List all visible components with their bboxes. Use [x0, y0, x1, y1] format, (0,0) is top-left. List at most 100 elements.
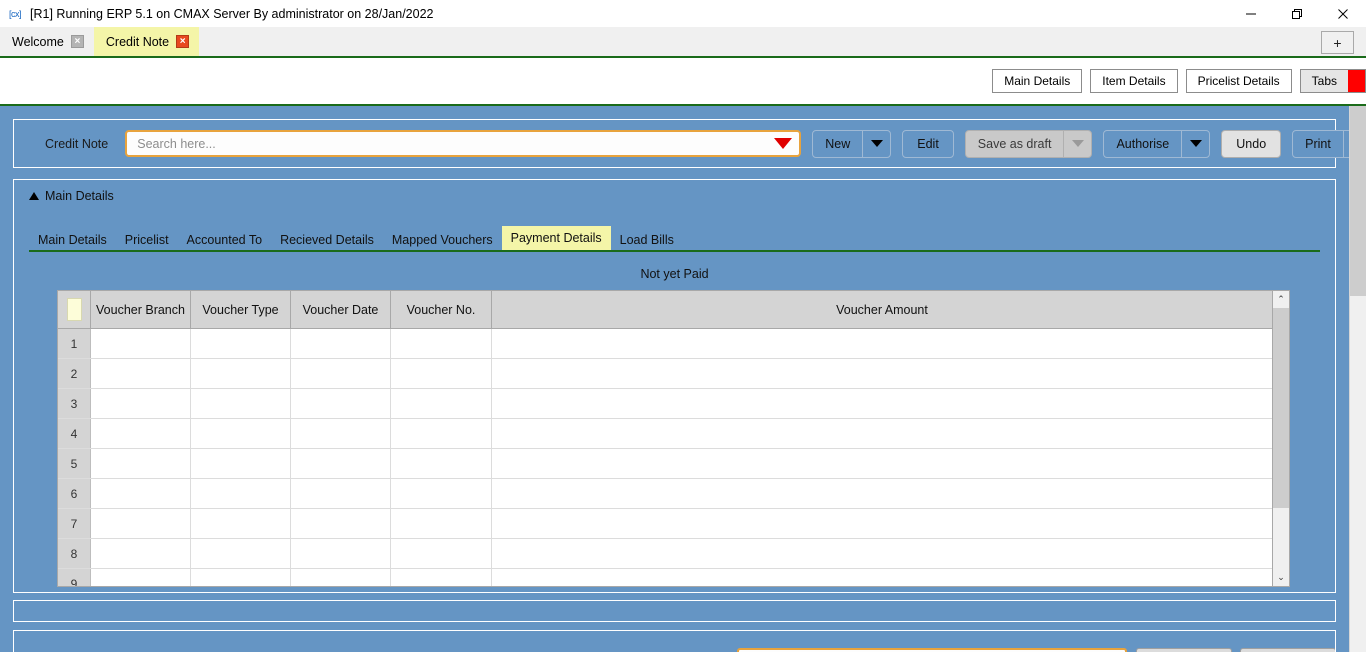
cell-voucher-date[interactable] [291, 449, 391, 478]
table-row[interactable]: 6 [58, 479, 1272, 509]
page-vertical-scrollbar[interactable] [1349, 106, 1366, 652]
subtab-accounted-to[interactable]: Accounted To [178, 230, 272, 251]
cell-voucher-type[interactable] [191, 359, 291, 388]
footer-button-partial-2[interactable] [1240, 648, 1335, 652]
cell-voucher-branch[interactable] [91, 539, 191, 568]
grid-header-voucher-branch[interactable]: Voucher Branch [91, 291, 191, 328]
edit-button[interactable]: Edit [902, 129, 954, 158]
table-row[interactable]: 8 [58, 539, 1272, 569]
cell-voucher-branch[interactable] [91, 329, 191, 358]
undo-button[interactable]: Undo [1221, 129, 1282, 158]
restore-icon[interactable] [1274, 0, 1320, 27]
cell-voucher-no[interactable] [391, 509, 492, 538]
search-dropdown-icon[interactable] [774, 138, 793, 149]
table-row[interactable]: 3 [58, 389, 1272, 419]
subtab-main-details[interactable]: Main Details [29, 230, 116, 251]
tab-credit-note-close-icon[interactable]: × [176, 35, 190, 48]
cell-voucher-type[interactable] [191, 479, 291, 508]
table-row[interactable]: 1 [58, 329, 1272, 359]
cell-voucher-no[interactable] [391, 449, 492, 478]
cell-voucher-amount[interactable] [492, 329, 1272, 358]
cell-voucher-type[interactable] [191, 329, 291, 358]
table-row[interactable]: 2 [58, 359, 1272, 389]
footer-button-partial-1[interactable] [1136, 648, 1232, 652]
cell-voucher-amount[interactable] [492, 509, 1272, 538]
cell-voucher-amount[interactable] [492, 569, 1272, 586]
cell-voucher-date[interactable] [291, 509, 391, 538]
grid-scroll-track[interactable] [1273, 508, 1289, 569]
cell-voucher-date[interactable] [291, 359, 391, 388]
cell-voucher-branch[interactable] [91, 359, 191, 388]
cell-voucher-date[interactable] [291, 569, 391, 586]
cell-voucher-date[interactable] [291, 539, 391, 568]
cell-voucher-type[interactable] [191, 569, 291, 586]
search-input[interactable] [135, 135, 792, 152]
grid-scroll-up-icon[interactable]: ⌃ [1273, 291, 1289, 308]
cell-voucher-no[interactable] [391, 359, 492, 388]
cell-voucher-amount[interactable] [492, 419, 1272, 448]
grid-scroll-thumb[interactable] [1273, 308, 1289, 508]
authorise-button[interactable]: Authorise [1103, 129, 1211, 158]
cell-voucher-type[interactable] [191, 389, 291, 418]
toolstrip-button-main-details[interactable]: Main Details [992, 69, 1083, 93]
minimize-icon[interactable] [1228, 0, 1274, 27]
new-button[interactable]: New [812, 129, 892, 158]
grid-scroll-down-icon[interactable]: ⌄ [1273, 569, 1289, 586]
cell-voucher-branch[interactable] [91, 419, 191, 448]
main-details-collapse-header[interactable]: Main Details [29, 189, 1322, 203]
table-row[interactable]: 7 [58, 509, 1272, 539]
tab-welcome-close-icon[interactable]: × [70, 35, 84, 48]
add-tab-button[interactable]: + [1321, 31, 1354, 54]
cell-voucher-date[interactable] [291, 419, 391, 448]
cell-voucher-date[interactable] [291, 389, 391, 418]
cell-voucher-branch[interactable] [91, 479, 191, 508]
search-box[interactable] [125, 130, 802, 157]
grid-header-voucher-type[interactable]: Voucher Type [191, 291, 291, 328]
cell-voucher-branch[interactable] [91, 509, 191, 538]
grid-header-voucher-date[interactable]: Voucher Date [291, 291, 391, 328]
cell-voucher-amount[interactable] [492, 539, 1272, 568]
cell-voucher-no[interactable] [391, 539, 492, 568]
grid-vertical-scrollbar[interactable]: ⌃ ⌄ [1272, 291, 1289, 586]
cell-voucher-type[interactable] [191, 419, 291, 448]
toolstrip-button-tabs[interactable]: Tabs [1299, 69, 1348, 93]
subtab-mapped-vouchers[interactable]: Mapped Vouchers [383, 230, 502, 251]
grid-header-voucher-no[interactable]: Voucher No. [391, 291, 492, 328]
new-dropdown-icon[interactable] [862, 130, 890, 157]
cell-voucher-no[interactable] [391, 479, 492, 508]
cell-voucher-no[interactable] [391, 419, 492, 448]
cell-voucher-no[interactable] [391, 389, 492, 418]
grid-header-voucher-amount[interactable]: Voucher Amount [492, 291, 1272, 328]
page-scroll-thumb[interactable] [1350, 106, 1366, 296]
footer-input-partial[interactable] [737, 648, 1127, 652]
cell-voucher-amount[interactable] [492, 479, 1272, 508]
close-icon[interactable] [1320, 0, 1366, 27]
cell-voucher-date[interactable] [291, 479, 391, 508]
tab-credit-note[interactable]: Credit Note × [93, 27, 200, 56]
tab-welcome[interactable]: Welcome × [0, 27, 94, 56]
collapse-triangle-up-icon[interactable] [29, 192, 39, 200]
cell-voucher-type[interactable] [191, 449, 291, 478]
cell-voucher-branch[interactable] [91, 389, 191, 418]
cell-voucher-no[interactable] [391, 569, 492, 586]
cell-voucher-amount[interactable] [492, 389, 1272, 418]
cell-voucher-no[interactable] [391, 329, 492, 358]
cell-voucher-branch[interactable] [91, 449, 191, 478]
cell-voucher-branch[interactable] [91, 569, 191, 586]
toolstrip-button-pricelist-details[interactable]: Pricelist Details [1185, 69, 1292, 93]
table-row[interactable]: 4 [58, 419, 1272, 449]
subtab-payment-details[interactable]: Payment Details [501, 225, 611, 250]
cell-voucher-amount[interactable] [492, 449, 1272, 478]
subtab-load-bills[interactable]: Load Bills [611, 230, 683, 251]
cell-voucher-type[interactable] [191, 509, 291, 538]
subtab-pricelist[interactable]: Pricelist [116, 230, 178, 251]
subtab-recieved-details[interactable]: Recieved Details [271, 230, 383, 251]
table-row[interactable]: 5 [58, 449, 1272, 479]
toolstrip-button-item-details[interactable]: Item Details [1090, 69, 1178, 93]
detail-subtabs: Main Details Pricelist Accounted To Reci… [29, 225, 1320, 252]
cell-voucher-date[interactable] [291, 329, 391, 358]
table-row[interactable]: 9 [58, 569, 1272, 586]
cell-voucher-amount[interactable] [492, 359, 1272, 388]
cell-voucher-type[interactable] [191, 539, 291, 568]
authorise-dropdown-icon[interactable] [1181, 130, 1209, 157]
